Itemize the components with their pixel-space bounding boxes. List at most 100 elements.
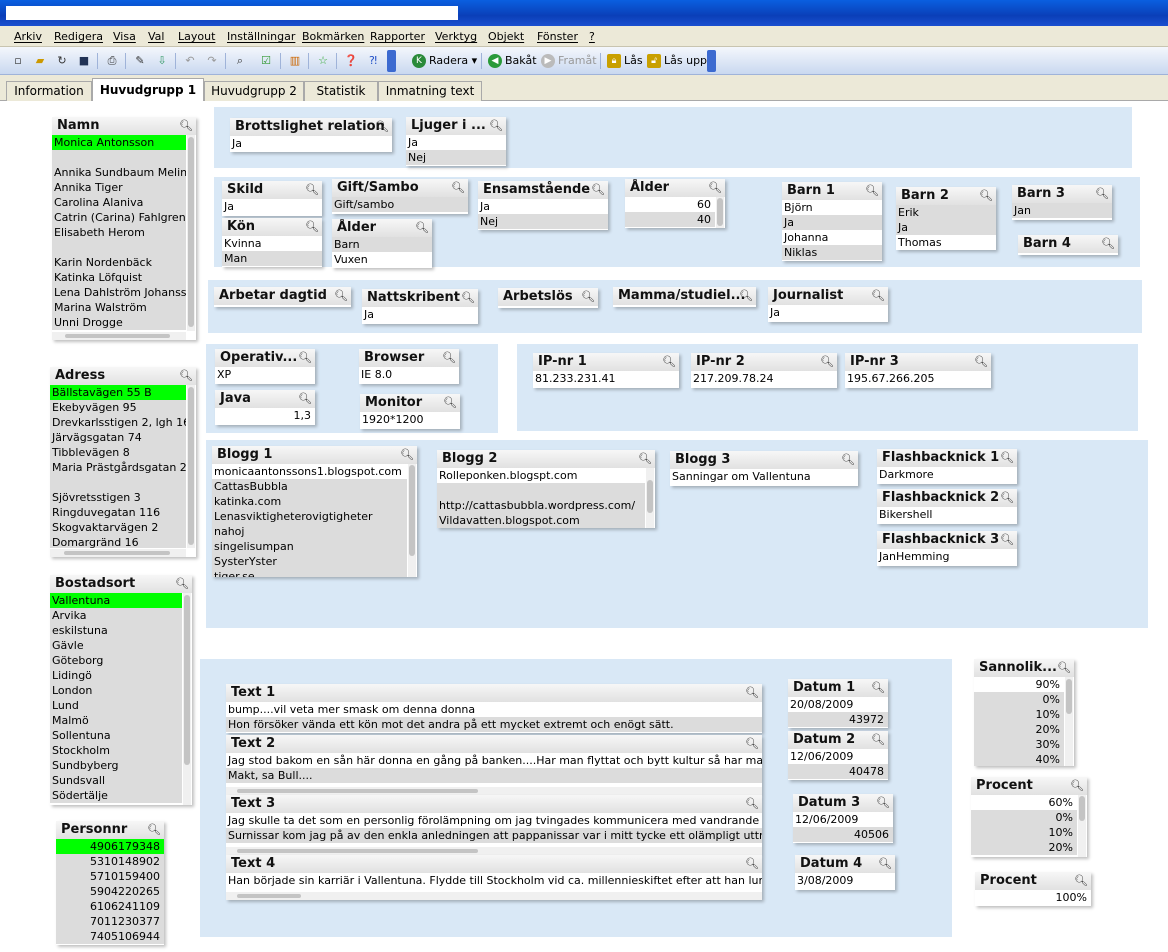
search-icon[interactable]: 🔍︎ [708, 179, 722, 197]
list-item[interactable]: nahoj [212, 524, 407, 539]
namn-listbox[interactable]: Namn 🔍︎ Monica Antonsson Annika Sundbaum Me… [52, 117, 196, 340]
search-icon[interactable]: 🔍︎ [591, 181, 605, 199]
list-item[interactable] [50, 475, 186, 490]
scroll-thumb[interactable] [409, 465, 415, 556]
scroll-thumb[interactable] [63, 551, 170, 555]
list-item[interactable]: Jag skulle ta det som en personlig förol… [226, 813, 762, 828]
list-item[interactable]: Ja [768, 305, 888, 320]
list-item[interactable]: 5904220265 [56, 884, 164, 899]
search-icon[interactable]: 🔍︎ [871, 679, 885, 697]
vertical-scrollbar[interactable] [187, 385, 195, 548]
search-icon[interactable]: 🔍︎ [876, 794, 890, 812]
list-item[interactable]: 1920*1200 [360, 412, 460, 427]
list-item[interactable] [52, 240, 186, 255]
tab-huvudgrupp-2[interactable]: Huvudgrupp 2 [204, 81, 304, 101]
barn1-listbox[interactable]: Barn 1 🔍︎ Björn Ja Johanna Niklas [782, 182, 882, 261]
search-icon[interactable]: 🔍︎ [443, 394, 457, 412]
list-item[interactable]: 217.209.78.24 [691, 371, 837, 386]
search-icon[interactable]: 🔍︎ [1101, 235, 1115, 253]
search-icon[interactable]: 🔍︎ [334, 287, 348, 305]
list-item[interactable]: Gift/sambo [332, 197, 468, 212]
search-icon[interactable]: 🔍︎ [638, 450, 652, 468]
menu-bokmarken[interactable]: Bokmärken [302, 30, 364, 43]
list-item[interactable]: 43972 [788, 712, 888, 727]
list-item[interactable]: Sundsvall [50, 773, 182, 788]
list-item[interactable]: Monica Antonsson [52, 135, 186, 150]
radera-button[interactable]: K Radera ▾ [412, 52, 477, 70]
list-item[interactable]: Jan [1012, 203, 1112, 218]
list-item[interactable]: 12/06/2009 [788, 749, 888, 764]
datum1-listbox[interactable]: Datum 1 🔍︎ 20/08/2009 43972 [788, 679, 888, 728]
list-item[interactable]: Annika Tiger [52, 180, 186, 195]
ip1-listbox[interactable]: IP-nr 1 🔍︎ 81.233.231.41 [533, 353, 679, 388]
list-item[interactable]: Järvägsgatan 74 [50, 430, 186, 445]
search-icon[interactable]: 🔍︎ [865, 182, 879, 200]
reload-data-icon[interactable]: ⇩ [153, 52, 171, 70]
list-item[interactable]: Södertälje [50, 788, 182, 803]
list-item[interactable]: JanHemming [877, 549, 1017, 564]
list-item[interactable]: Nej [478, 214, 608, 229]
natt-listbox[interactable]: Nattskribent 🔍︎ Ja [362, 289, 478, 324]
tab-huvudgrupp-1[interactable]: Huvudgrupp 1 [92, 78, 204, 102]
list-item[interactable]: 3/08/2009 [795, 873, 895, 888]
horizontal-scrollbar[interactable] [52, 332, 186, 340]
vertical-scrollbar[interactable] [646, 468, 654, 528]
horizontal-scrollbar[interactable] [226, 892, 762, 900]
tab-inmatning-text[interactable]: Inmatning text [378, 81, 482, 101]
search-icon[interactable]: 🔍︎ [979, 187, 993, 205]
list-item[interactable]: Unni Drogge [52, 315, 186, 330]
scroll-thumb[interactable] [236, 789, 478, 793]
list-item[interactable]: 5310148902 [56, 854, 164, 869]
list-item[interactable]: Gävle [50, 638, 182, 653]
list-item[interactable]: 60 [625, 197, 715, 212]
horizontal-scrollbar[interactable] [226, 847, 762, 855]
list-item[interactable]: eskilstuna [50, 623, 182, 638]
list-item[interactable]: Vuxen [332, 252, 432, 267]
search-icon[interactable]: 🔍︎ [1070, 777, 1084, 795]
list-item[interactable]: Ja [478, 199, 608, 214]
scroll-thumb[interactable] [65, 334, 170, 338]
list-item[interactable]: Björn [782, 200, 882, 215]
bakat-button[interactable]: ◀ Bakåt [488, 52, 537, 70]
gift-listbox[interactable]: Gift/Sambo 🔍︎ Gift/sambo [332, 179, 468, 214]
list-item[interactable]: singelisumpan [212, 539, 407, 554]
list-item[interactable]: 12/06/2009 [793, 812, 893, 827]
open-icon[interactable]: ▰ [31, 52, 49, 70]
print-icon[interactable]: ⎙ [103, 52, 121, 70]
search-icon[interactable]: 🔍︎ [175, 575, 189, 593]
list-item[interactable]: Sjövretsstigen 3 [50, 490, 186, 505]
search-icon[interactable]: 🔍︎ [179, 367, 193, 385]
list-item[interactable]: 20% [974, 722, 1064, 737]
list-item[interactable]: 4906179348 [56, 839, 164, 854]
reload-icon[interactable]: ↻ [53, 52, 71, 70]
barn3-listbox[interactable]: Barn 3 🔍︎ Jan [1012, 185, 1112, 220]
list-item[interactable]: Darkmore [877, 467, 1017, 482]
blogg1-listbox[interactable]: Blogg 1 🔍︎ monicaantonssons1.blogspot.com C… [212, 446, 417, 577]
tab-statistik[interactable]: Statistik [304, 81, 378, 101]
list-item[interactable]: Sundbyberg [50, 758, 182, 773]
list-item[interactable]: Lena Dahlström Johansson [52, 285, 186, 300]
list-item[interactable]: Vallentuna [50, 593, 182, 608]
search-icon[interactable]: 🔍︎ [451, 179, 465, 197]
menu-rapporter[interactable]: Rapporter [370, 30, 425, 43]
search-icon[interactable]: 🔍︎ [745, 855, 759, 873]
text4-listbox[interactable]: Text 4 🔍︎ Han började sin karriär i Vallen… [226, 855, 762, 900]
list-item[interactable]: 6106241109 [56, 899, 164, 914]
ip2-listbox[interactable]: IP-nr 2 🔍︎ 217.209.78.24 [691, 353, 837, 388]
list-item[interactable]: Catrin (Carina) Fahlgren [52, 210, 186, 225]
list-item[interactable]: Ja [222, 199, 322, 214]
list-item[interactable]: Ja [406, 135, 506, 150]
scroll-thumb[interactable] [717, 197, 723, 226]
vertical-scrollbar[interactable] [187, 135, 195, 331]
search-icon[interactable]: 🔍︎ [871, 731, 885, 749]
list-item[interactable]: Vildavatten.blogspot.com [437, 513, 645, 528]
search-icon[interactable]: ⌕ [231, 52, 249, 70]
list-item[interactable]: Jag stod bakom en sån här donna en gång … [226, 753, 762, 768]
list-item[interactable]: Ja [782, 215, 882, 230]
search-icon[interactable]: 🔍︎ [745, 735, 759, 753]
os-listbox[interactable]: Operativ... 🔍︎ XP [215, 349, 315, 384]
menu-fonster[interactable]: Fönster [537, 30, 578, 43]
list-item[interactable]: Marina Walström [52, 300, 186, 315]
alder2-listbox[interactable]: Ålder 🔍︎ Barn Vuxen [332, 219, 432, 268]
list-item[interactable]: London [50, 683, 182, 698]
